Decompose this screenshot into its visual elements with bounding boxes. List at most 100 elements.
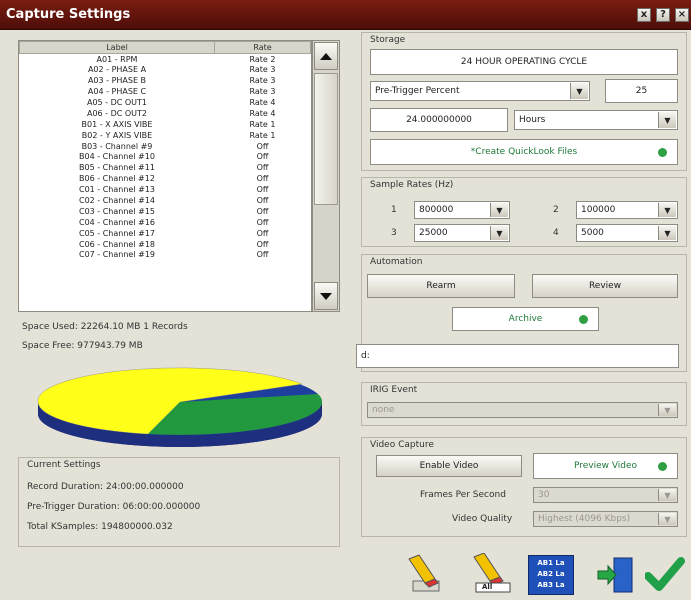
row-rate-cell[interactable]: Off	[215, 152, 311, 163]
preview-video-toggle[interactable]: Preview Video	[533, 453, 678, 479]
video-quality-label: Video Quality	[452, 514, 513, 524]
rate-4-select[interactable]: 5000 ▼	[576, 224, 678, 242]
exit-door-icon[interactable]	[596, 556, 636, 594]
table-row[interactable]: C02 - Channel #14 Off	[20, 195, 311, 206]
labels-icon-line2: AB2 La	[537, 570, 565, 578]
scroll-up-button[interactable]	[314, 42, 338, 70]
record-duration-text: Record Duration: 24:00:00.000000	[27, 482, 184, 492]
labels-icon[interactable]: AB1 La AB2 La AB3 La	[528, 555, 574, 595]
arrow-down-icon	[320, 292, 332, 300]
rate-3-label: 3	[391, 228, 397, 238]
irig-event-select[interactable]: none ▼	[367, 402, 678, 418]
row-rate-cell[interactable]: Off	[215, 195, 311, 206]
row-label-cell: C04 - Channel #16	[78, 217, 155, 227]
duration-value-field[interactable]: 24.000000000	[370, 108, 508, 132]
chevron-down-icon[interactable]: ▼	[658, 513, 676, 525]
erase-icon[interactable]	[405, 553, 443, 593]
row-rate-cell[interactable]: Rate 4	[215, 97, 311, 108]
table-row[interactable]: A05 - DC OUT1 Rate 4	[20, 97, 311, 108]
irig-event-value: none	[372, 405, 395, 415]
scroll-thumb[interactable]	[314, 73, 338, 205]
table-row[interactable]: A04 - PHASE C Rate 3	[20, 86, 311, 97]
row-rate-cell[interactable]: Rate 2	[215, 54, 311, 65]
table-row[interactable]: C07 - Channel #19 Off	[20, 250, 311, 261]
help-button[interactable]: ?	[656, 8, 670, 22]
table-row[interactable]: B01 - X AXIS VIBE Rate 1	[20, 119, 311, 130]
row-label-cell: A06 - DC OUT2	[86, 108, 148, 118]
status-led-icon	[658, 462, 667, 471]
chevron-down-icon[interactable]: ▼	[658, 489, 676, 501]
chevron-down-icon[interactable]: ▼	[658, 404, 676, 416]
row-label-cell: C07 - Channel #19	[78, 250, 155, 260]
column-header-label[interactable]: Label	[19, 41, 215, 54]
rate-2-select[interactable]: 100000 ▼	[576, 201, 678, 219]
chevron-down-icon[interactable]: ▼	[490, 226, 508, 240]
fps-select[interactable]: 30 ▼	[533, 487, 678, 503]
minimize-button[interactable]: x	[637, 8, 651, 22]
close-button[interactable]: ×	[675, 8, 689, 22]
row-rate-cell[interactable]: Off	[215, 141, 311, 152]
row-rate-cell[interactable]: Off	[215, 239, 311, 250]
chevron-down-icon[interactable]: ▼	[490, 203, 508, 217]
pretrigger-value-field[interactable]: 25	[605, 79, 678, 103]
labels-icon-line3: AB3 La	[537, 581, 565, 589]
labels-icon-line1: AB1 La	[537, 559, 565, 567]
duration-unit-select[interactable]: Hours ▼	[514, 110, 678, 130]
table-row[interactable]: C03 - Channel #15 Off	[20, 206, 311, 217]
rearm-button[interactable]: Rearm	[367, 274, 515, 298]
table-row[interactable]: C05 - Channel #17 Off	[20, 228, 311, 239]
column-header-rate[interactable]: Rate	[214, 41, 311, 54]
rate-1-select[interactable]: 800000 ▼	[414, 201, 510, 219]
table-scrollbar[interactable]	[312, 40, 340, 312]
chevron-down-icon[interactable]: ▼	[658, 112, 676, 128]
table-row[interactable]: B04 - Channel #10 Off	[20, 152, 311, 163]
row-rate-cell[interactable]: Off	[215, 228, 311, 239]
row-label-cell: B04 - Channel #10	[79, 152, 155, 162]
status-led-icon	[658, 148, 667, 157]
table-row[interactable]: A01 - RPM Rate 2	[20, 54, 311, 65]
rate-3-select[interactable]: 25000 ▼	[414, 224, 510, 242]
review-button[interactable]: Review	[532, 274, 678, 298]
archive-toggle[interactable]: Archive	[452, 307, 599, 331]
table-row[interactable]: A03 - PHASE B Rate 3	[20, 75, 311, 86]
video-capture-title: Video Capture	[368, 440, 436, 450]
chevron-down-icon[interactable]: ▼	[658, 203, 676, 217]
pretrigger-mode-select[interactable]: Pre-Trigger Percent ▼	[370, 81, 590, 101]
quicklook-toggle[interactable]: *Create QuickLook Files	[370, 139, 678, 165]
table-row[interactable]: B02 - Y AXIS VIBE Rate 1	[20, 130, 311, 141]
row-rate-cell[interactable]: Off	[215, 206, 311, 217]
table-row[interactable]: B05 - Channel #11 Off	[20, 162, 311, 173]
rate-4-label: 4	[553, 228, 559, 238]
scroll-down-button[interactable]	[314, 282, 338, 310]
enable-video-button[interactable]: Enable Video	[376, 455, 522, 477]
table-row[interactable]: A02 - PHASE A Rate 3	[20, 64, 311, 75]
row-rate-cell[interactable]: Off	[215, 162, 311, 173]
table-row[interactable]: C06 - Channel #18 Off	[20, 239, 311, 250]
row-rate-cell[interactable]: Rate 3	[215, 75, 311, 86]
row-rate-cell[interactable]: Rate 3	[215, 86, 311, 97]
row-rate-cell[interactable]: Rate 4	[215, 108, 311, 119]
confirm-check-icon[interactable]	[644, 556, 685, 594]
chevron-down-icon[interactable]: ▼	[658, 226, 676, 240]
table-row[interactable]: C04 - Channel #16 Off	[20, 217, 311, 228]
row-rate-cell[interactable]: Off	[215, 250, 311, 261]
chevron-down-icon[interactable]: ▼	[570, 83, 588, 99]
row-rate-cell[interactable]: Rate 1	[215, 119, 311, 130]
archive-path-field[interactable]: d:	[356, 344, 679, 368]
video-quality-select[interactable]: Highest (4096 Kbps) ▼	[533, 511, 678, 527]
operating-cycle-field[interactable]: 24 HOUR OPERATING CYCLE	[370, 49, 678, 75]
table-row[interactable]: C01 - Channel #13 Off	[20, 184, 311, 195]
row-rate-cell[interactable]: Rate 3	[215, 64, 311, 75]
pretrigger-duration-text: Pre-Trigger Duration: 06:00:00.000000	[27, 502, 201, 512]
table-row[interactable]: A06 - DC OUT2 Rate 4	[20, 108, 311, 119]
table-row[interactable]: B03 - Channel #9 Off	[20, 141, 311, 152]
fps-label: Frames Per Second	[420, 490, 506, 500]
row-rate-cell[interactable]: Rate 1	[215, 130, 311, 141]
table-row[interactable]: B06 - Channel #12 Off	[20, 173, 311, 184]
row-rate-cell[interactable]: Off	[215, 173, 311, 184]
row-rate-cell[interactable]: Off	[215, 217, 311, 228]
rate-1-label: 1	[391, 205, 397, 215]
preview-video-label: Preview Video	[573, 461, 638, 471]
row-rate-cell[interactable]: Off	[215, 184, 311, 195]
erase-all-icon[interactable]: All	[468, 552, 512, 593]
